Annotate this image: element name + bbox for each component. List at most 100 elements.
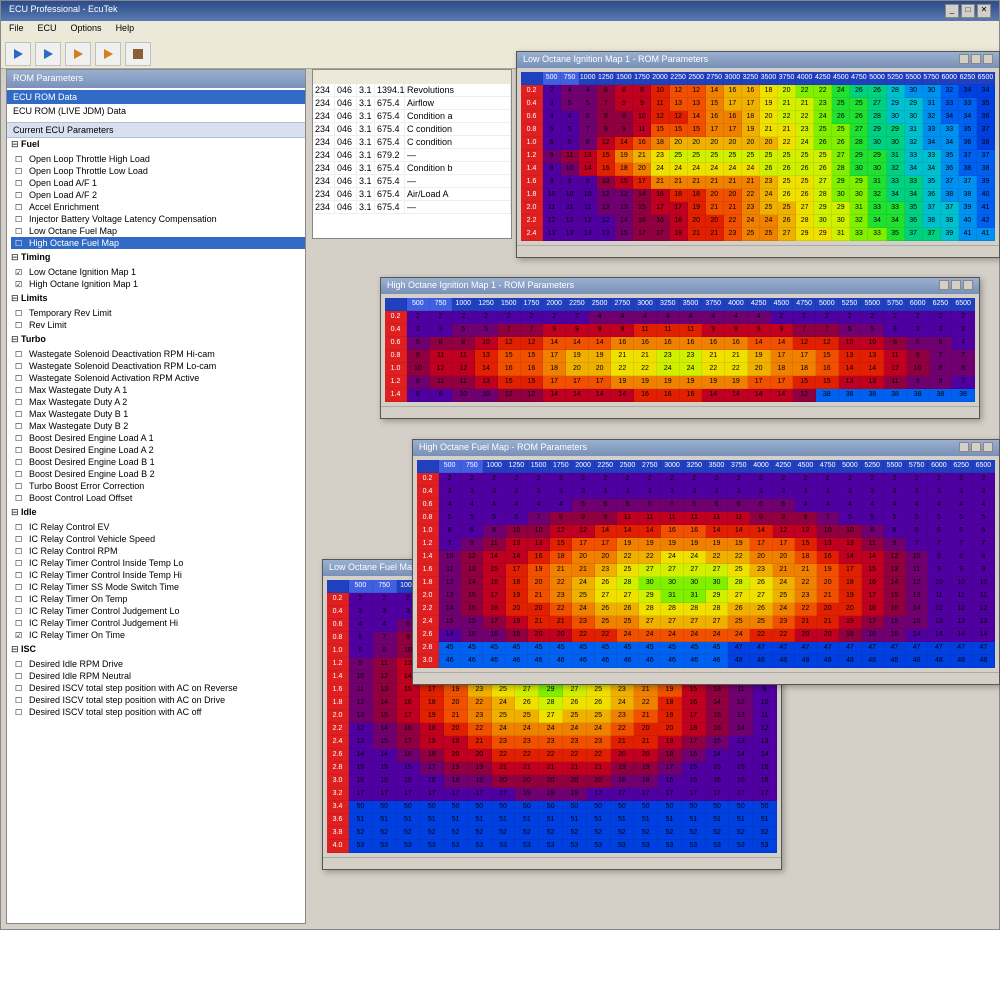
heatmap-cell[interactable]: 11: [452, 376, 475, 389]
heatmap-cell[interactable]: 46: [639, 655, 661, 668]
heatmap-cell[interactable]: 33: [887, 176, 905, 189]
heatmap-cell[interactable]: 16: [702, 337, 725, 350]
heatmap-cell[interactable]: 53: [753, 840, 777, 853]
heatmap-cell[interactable]: 17: [753, 788, 777, 801]
heatmap-cell[interactable]: 21: [634, 350, 657, 363]
row-header[interactable]: 1.8: [327, 697, 349, 710]
heatmap-cell[interactable]: 33: [868, 228, 886, 241]
heatmap-cell[interactable]: 17: [793, 350, 816, 363]
col-header[interactable]: 1750: [521, 298, 544, 311]
heatmap-cell[interactable]: 15: [550, 538, 572, 551]
heatmap-cell[interactable]: 21: [760, 124, 778, 137]
heatmap-cell[interactable]: 25: [595, 616, 617, 629]
heatmap-cell[interactable]: 12: [579, 215, 597, 228]
heatmap-cell[interactable]: 12: [884, 363, 907, 376]
heatmap-cell[interactable]: 15: [906, 616, 928, 629]
heatmap-cell[interactable]: 20: [633, 163, 651, 176]
heatmap-cell[interactable]: 25: [728, 564, 750, 577]
heatmap-cell[interactable]: 24: [657, 363, 680, 376]
heatmap-cell[interactable]: 12: [550, 525, 572, 538]
heatmap-cell[interactable]: 7: [528, 512, 550, 525]
heatmap-cell[interactable]: 7: [930, 350, 953, 363]
heatmap-cell[interactable]: 23: [773, 616, 795, 629]
heatmap-cell[interactable]: 53: [349, 840, 373, 853]
heatmap-cell[interactable]: 30: [661, 577, 683, 590]
heatmap-cell[interactable]: 13: [597, 176, 615, 189]
tree-item[interactable]: High Octane Fuel Map: [11, 237, 305, 249]
heatmap-cell[interactable]: 53: [634, 840, 658, 853]
heatmap-cell[interactable]: 9: [615, 124, 633, 137]
heatmap-cell[interactable]: 24: [670, 163, 688, 176]
heatmap-cell[interactable]: 12: [670, 111, 688, 124]
heatmap-cell[interactable]: 52: [563, 827, 587, 840]
heatmap-cell[interactable]: 22: [725, 363, 748, 376]
heatmap-cell[interactable]: 33: [941, 98, 959, 111]
heatmap-cell[interactable]: 21: [725, 350, 748, 363]
heatmap-cell[interactable]: 16: [498, 363, 521, 376]
heatmap-cell[interactable]: 15: [706, 762, 730, 775]
heatmap-cell[interactable]: 21: [742, 176, 760, 189]
heatmap-cell[interactable]: 20: [817, 577, 839, 590]
heatmap-cell[interactable]: 53: [563, 840, 587, 853]
tree-group[interactable]: Timing: [7, 251, 305, 264]
heatmap-cell[interactable]: 30: [706, 577, 728, 590]
heatmap-cell[interactable]: 5: [483, 512, 505, 525]
heatmap-cell[interactable]: 16: [682, 775, 706, 788]
heatmap-cell[interactable]: 13: [861, 350, 884, 363]
heatmap-cell[interactable]: 19: [639, 538, 661, 551]
heatmap-cell[interactable]: 11: [753, 710, 777, 723]
heatmap-cell[interactable]: 22: [742, 189, 760, 202]
heatmap-cell[interactable]: 13: [839, 350, 862, 363]
close-icon[interactable]: [963, 280, 973, 290]
heatmap-cell[interactable]: 41: [977, 202, 995, 215]
tree-item[interactable]: IC Relay Timer Control Judgement Lo: [11, 605, 305, 617]
col-header[interactable]: 3500: [706, 460, 728, 473]
heatmap-cell[interactable]: 14: [884, 577, 906, 590]
heatmap-cell[interactable]: 28: [887, 85, 905, 98]
row-header[interactable]: 0.4: [385, 324, 407, 337]
heatmap-cell[interactable]: 11: [906, 564, 928, 577]
heatmap-cell[interactable]: 14: [483, 551, 505, 564]
heatmap-cell[interactable]: 8: [407, 389, 430, 402]
heatmap-cell[interactable]: 35: [941, 150, 959, 163]
heatmap-cell[interactable]: 9: [561, 176, 579, 189]
heatmap-cell[interactable]: 50: [634, 801, 658, 814]
heatmap-cell[interactable]: 13: [688, 98, 706, 111]
heatmap-cell[interactable]: 25: [724, 150, 742, 163]
heatmap-cell[interactable]: 9: [753, 684, 777, 697]
row-header[interactable]: 1.2: [521, 150, 543, 163]
heatmap-cell[interactable]: 25: [617, 616, 639, 629]
heatmap-cell[interactable]: 7: [817, 512, 839, 525]
heatmap-cell[interactable]: 11: [439, 564, 461, 577]
heatmap-cell[interactable]: 22: [728, 551, 750, 564]
heatmap-cell[interactable]: 20: [688, 215, 706, 228]
row-header[interactable]: 2.0: [521, 202, 543, 215]
heatmap-cell[interactable]: 7: [952, 350, 975, 363]
heatmap-cell[interactable]: 24: [515, 723, 539, 736]
heatmap-cell[interactable]: 15: [498, 376, 521, 389]
heatmap-cell[interactable]: 4: [561, 111, 579, 124]
heatmap-cell[interactable]: 28: [796, 215, 814, 228]
heatmap-cell[interactable]: 16: [680, 337, 703, 350]
col-header[interactable]: 2500: [617, 460, 639, 473]
heatmap-cell[interactable]: 14: [706, 749, 730, 762]
heatmap-window-1[interactable]: Low Octane Ignition Map 1 - ROM Paramete…: [516, 51, 1000, 258]
heatmap-cell[interactable]: 15: [521, 350, 544, 363]
heatmap-cell[interactable]: 14: [566, 389, 589, 402]
heatmap-cell[interactable]: 53: [611, 840, 635, 853]
heatmap-cell[interactable]: 29: [850, 150, 868, 163]
heatmap-cell[interactable]: 18: [550, 551, 572, 564]
tree-group[interactable]: Fuel: [7, 138, 305, 151]
heatmap-cell[interactable]: 25: [587, 710, 611, 723]
heatmap-cell[interactable]: 3: [617, 486, 639, 499]
heatmap-cell[interactable]: 16: [349, 775, 373, 788]
heatmap-cell[interactable]: 19: [611, 762, 635, 775]
heatmap-cell[interactable]: 24: [684, 629, 706, 642]
heatmap-cell[interactable]: 2: [452, 311, 475, 324]
heatmap-cell[interactable]: 19: [839, 616, 861, 629]
heatmap-cell[interactable]: 21: [550, 616, 572, 629]
heatmap-cell[interactable]: 20: [539, 775, 563, 788]
tree-item[interactable]: Injector Battery Voltage Latency Compens…: [11, 213, 305, 225]
heatmap-cell[interactable]: 38: [952, 389, 975, 402]
heatmap-cell[interactable]: 3: [817, 486, 839, 499]
